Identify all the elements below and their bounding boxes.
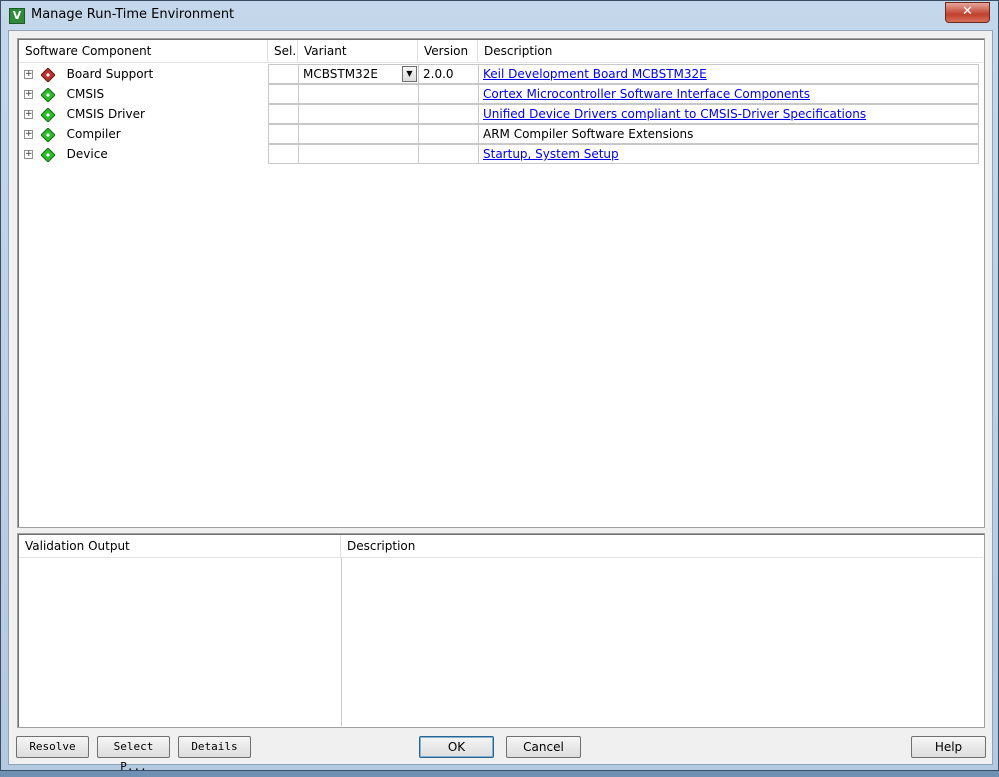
tree-row-cmsis[interactable]: + CMSIS <box>24 84 104 104</box>
expand-icon[interactable]: + <box>24 130 33 139</box>
header-software-component[interactable]: Software Component <box>19 40 268 62</box>
variant-value: MCBSTM32E <box>303 67 378 81</box>
version-cell <box>418 84 479 104</box>
resolve-button[interactable]: Resolve <box>16 736 89 758</box>
description-link[interactable]: Cortex Microcontroller Software Interfac… <box>483 87 810 101</box>
component-diamond-icon <box>40 87 55 102</box>
expand-icon[interactable]: + <box>24 110 33 119</box>
expand-icon[interactable]: + <box>24 150 33 159</box>
dialog-body: Software Component Sel. Variant Version … <box>8 30 993 773</box>
version-cell <box>418 144 479 164</box>
variant-cell <box>298 84 419 104</box>
version-cell <box>418 124 479 144</box>
description-cell: Startup, System Setup <box>478 144 979 164</box>
description-link[interactable]: Unified Device Drivers compliant to CMSI… <box>483 107 866 121</box>
header-description[interactable]: Description <box>478 40 983 62</box>
tree-row-label: CMSIS Driver <box>66 107 145 121</box>
validation-table: Validation Output Description <box>17 533 985 728</box>
tree-row-device[interactable]: + Device <box>24 144 108 164</box>
tree-row-label: Device <box>66 147 108 161</box>
header-validation-output[interactable]: Validation Output <box>19 535 341 557</box>
header-validation-description[interactable]: Description <box>341 535 983 557</box>
tree-row-label: Board Support <box>66 67 154 81</box>
tree-row-label: Compiler <box>66 127 121 141</box>
sel-cell[interactable] <box>268 144 299 164</box>
details-button[interactable]: Details <box>178 736 251 758</box>
component-diamond-icon <box>40 67 55 82</box>
expand-icon[interactable]: + <box>24 70 33 79</box>
header-divider <box>19 62 983 63</box>
header-divider <box>19 557 983 558</box>
description-link[interactable]: Startup, System Setup <box>483 147 619 161</box>
sel-cell[interactable] <box>268 104 299 124</box>
component-diamond-icon <box>40 147 55 162</box>
tree-row-compiler[interactable]: + Compiler <box>24 124 121 144</box>
variant-cell <box>298 104 419 124</box>
components-tree-table: Software Component Sel. Variant Version … <box>17 38 985 528</box>
keil-app-icon: V <box>9 8 25 24</box>
header-version[interactable]: Version <box>418 40 478 62</box>
tree-row-board-support[interactable]: + Board Support <box>24 64 153 84</box>
window-title: Manage Run-Time Environment <box>31 7 235 22</box>
variant-cell <box>298 144 419 164</box>
variant-combobox[interactable]: MCBSTM32E ▼ <box>298 64 419 84</box>
description-cell: Cortex Microcontroller Software Interfac… <box>478 84 979 104</box>
select-packs-button[interactable]: Select P... <box>97 736 170 773</box>
description-cell: Keil Development Board MCBSTM32E <box>478 64 979 84</box>
expand-icon[interactable]: + <box>24 90 33 99</box>
version-cell: 2.0.0 <box>418 64 479 84</box>
chevron-down-icon[interactable]: ▼ <box>402 66 417 82</box>
help-button[interactable]: Help <box>911 736 986 758</box>
version-cell <box>418 104 479 124</box>
header-variant[interactable]: Variant <box>298 40 418 62</box>
column-divider <box>341 558 342 726</box>
header-sel[interactable]: Sel. <box>268 40 298 62</box>
tree-row-cmsis-driver[interactable]: + CMSIS Driver <box>24 104 145 124</box>
ok-button[interactable]: OK <box>419 736 494 758</box>
description-cell: ARM Compiler Software Extensions <box>478 124 979 144</box>
component-diamond-icon <box>40 107 55 122</box>
close-button[interactable]: ✕ <box>945 2 990 23</box>
component-diamond-icon <box>40 127 55 142</box>
cancel-button[interactable]: Cancel <box>506 736 581 758</box>
tree-row-label: CMSIS <box>66 87 105 101</box>
sel-cell[interactable] <box>268 124 299 144</box>
manage-rte-window: V Manage Run-Time Environment ✕ Software… <box>0 0 999 773</box>
sel-cell[interactable] <box>268 64 299 84</box>
title-bar[interactable]: V Manage Run-Time Environment ✕ <box>1 1 998 29</box>
description-cell: Unified Device Drivers compliant to CMSI… <box>478 104 979 124</box>
sel-cell[interactable] <box>268 84 299 104</box>
variant-cell <box>298 124 419 144</box>
description-link[interactable]: Keil Development Board MCBSTM32E <box>483 67 707 81</box>
